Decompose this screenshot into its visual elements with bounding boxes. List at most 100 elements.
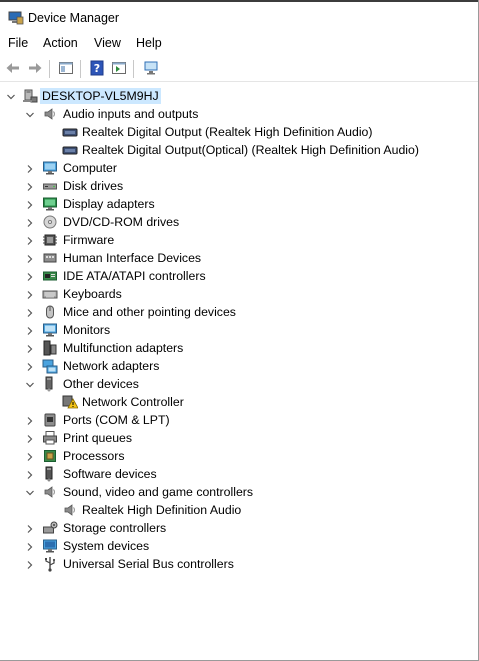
menu-action[interactable]: Action [43, 36, 78, 50]
show-hide-console-tree-button[interactable] [56, 59, 76, 79]
toolbar-separator [80, 60, 81, 78]
chevron-right-icon[interactable] [25, 271, 35, 281]
chevron-right-icon[interactable] [25, 415, 35, 425]
tree-device[interactable]: Realtek Digital Output(Optical) (Realtek… [0, 141, 478, 159]
ide-controller-icon [42, 268, 58, 284]
chevron-right-icon[interactable] [25, 559, 35, 569]
software-device-icon [42, 466, 58, 482]
tree-device[interactable]: Network Controller [0, 393, 478, 411]
tree-item-label: DVD/CD-ROM drives [63, 215, 180, 229]
tree-category[interactable]: Storage controllers [0, 519, 478, 537]
chevron-right-icon[interactable] [25, 361, 35, 371]
scan-hardware-button[interactable] [141, 59, 161, 79]
chevron-right-icon[interactable] [25, 307, 35, 317]
forward-arrow-icon [27, 60, 43, 79]
tree-item-label: Realtek High Definition Audio [82, 503, 242, 517]
tree-category[interactable]: Multifunction adapters [0, 339, 478, 357]
tree-category[interactable]: Audio inputs and outputs [0, 105, 478, 123]
chevron-down-icon[interactable] [25, 109, 35, 119]
tree-item-label: Realtek Digital Output (Realtek High Def… [82, 125, 373, 139]
tree-item-label: Realtek Digital Output(Optical) (Realtek… [82, 143, 419, 157]
chevron-down-icon[interactable] [25, 379, 35, 389]
tree-item-label: Audio inputs and outputs [63, 107, 199, 121]
tree-item-label: Ports (COM & LPT) [63, 413, 170, 427]
tree-item-label: Mice and other pointing devices [63, 305, 236, 319]
tree-category[interactable]: Software devices [0, 465, 478, 483]
hid-icon [42, 250, 58, 266]
tree-item-label: Network Controller [82, 395, 184, 409]
menu-bar: File Action View Help [0, 34, 478, 54]
chevron-right-icon[interactable] [25, 469, 35, 479]
monitor-icon [42, 322, 58, 338]
title-bar[interactable]: Device Manager [0, 0, 478, 34]
tree-category[interactable]: Print queues [0, 429, 478, 447]
chevron-right-icon[interactable] [25, 523, 35, 533]
chevron-right-icon[interactable] [25, 217, 35, 227]
console-tree-icon [58, 60, 74, 79]
tree-category[interactable]: Processors [0, 447, 478, 465]
svg-text:?: ? [94, 62, 100, 75]
back-button[interactable] [3, 59, 23, 79]
tree-category[interactable]: Monitors [0, 321, 478, 339]
chevron-right-icon[interactable] [25, 163, 35, 173]
forward-button[interactable] [25, 59, 45, 79]
firmware-icon [42, 232, 58, 248]
tree-category[interactable]: Computer [0, 159, 478, 177]
keyboard-icon [42, 286, 58, 302]
tree-category[interactable]: Firmware [0, 231, 478, 249]
menu-file[interactable]: File [8, 36, 28, 50]
tree-category[interactable]: Sound, video and game controllers [0, 483, 478, 501]
tree-item-label: System devices [63, 539, 150, 553]
tree-root-label: DESKTOP-VL5M9HJ [40, 88, 161, 104]
action-pane-button[interactable] [109, 59, 129, 79]
tree-category[interactable]: Other devices [0, 375, 478, 393]
tree-category[interactable]: DVD/CD-ROM drives [0, 213, 478, 231]
tree-category[interactable]: IDE ATA/ATAPI controllers [0, 267, 478, 285]
tree-category[interactable]: Keyboards [0, 285, 478, 303]
chevron-right-icon[interactable] [25, 181, 35, 191]
speaker-icon [42, 106, 58, 122]
device-tree[interactable]: DESKTOP-VL5M9HJ Audio inputs and outputs R… [0, 84, 478, 660]
chevron-right-icon[interactable] [25, 541, 35, 551]
menu-view[interactable]: View [94, 36, 121, 50]
chevron-right-icon[interactable] [25, 343, 35, 353]
tree-category[interactable]: Disk drives [0, 177, 478, 195]
chevron-down-icon[interactable] [6, 91, 16, 101]
menu-help[interactable]: Help [136, 36, 162, 50]
chevron-right-icon[interactable] [25, 235, 35, 245]
chevron-right-icon[interactable] [25, 199, 35, 209]
chevron-right-icon[interactable] [25, 451, 35, 461]
tree-category[interactable]: Display adapters [0, 195, 478, 213]
chevron-right-icon[interactable] [25, 433, 35, 443]
tree-item-label: Monitors [63, 323, 111, 337]
chevron-down-icon[interactable] [25, 487, 35, 497]
network-adapter-icon [42, 358, 58, 374]
tree-category[interactable]: System devices [0, 537, 478, 555]
tree-category[interactable]: Human Interface Devices [0, 249, 478, 267]
tree-category[interactable]: Network adapters [0, 357, 478, 375]
tree-item-label: IDE ATA/ATAPI controllers [63, 269, 206, 283]
tree-item-label: Sound, video and game controllers [63, 485, 254, 499]
back-arrow-icon [5, 60, 21, 79]
tree-item-label: Processors [63, 449, 125, 463]
tree-item-label: Human Interface Devices [63, 251, 202, 265]
tree-device[interactable]: Realtek High Definition Audio [0, 501, 478, 519]
tree-category[interactable]: Ports (COM & LPT) [0, 411, 478, 429]
chevron-right-icon[interactable] [25, 325, 35, 335]
tree-category[interactable]: Mice and other pointing devices [0, 303, 478, 321]
tree-category[interactable]: Universal Serial Bus controllers [0, 555, 478, 573]
help-button[interactable]: ? [87, 59, 107, 79]
mouse-icon [42, 304, 58, 320]
chevron-right-icon[interactable] [25, 289, 35, 299]
tree-root[interactable]: DESKTOP-VL5M9HJ [0, 87, 478, 105]
speaker-icon [62, 502, 78, 518]
toolbar: ? [0, 56, 478, 82]
port-icon [42, 412, 58, 428]
tree-item-label: Other devices [63, 377, 139, 391]
tree-item-label: Disk drives [63, 179, 124, 193]
tree-device[interactable]: Realtek Digital Output (Realtek High Def… [0, 123, 478, 141]
toolbar-separator [133, 60, 134, 78]
chevron-right-icon[interactable] [25, 253, 35, 263]
tree-item-label: Keyboards [63, 287, 122, 301]
toolbar-separator [49, 60, 50, 78]
